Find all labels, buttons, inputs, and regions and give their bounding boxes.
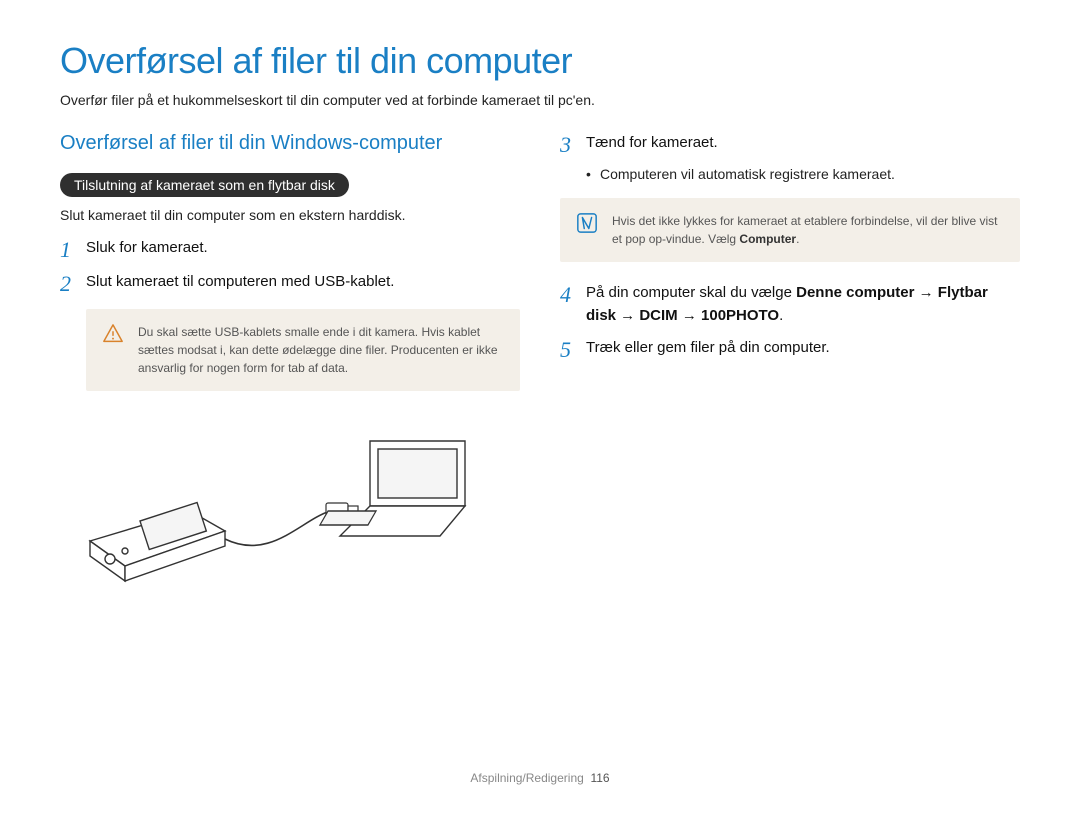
warning-icon — [102, 323, 124, 345]
camera-laptop-illustration — [70, 421, 470, 601]
note-icon — [576, 212, 598, 234]
left-column: Overførsel af filer til din Windows-comp… — [60, 132, 520, 606]
page-footer: Afspilning/Redigering 116 — [0, 771, 1080, 785]
step-number: 3 — [560, 132, 586, 156]
step-3: 3 Tænd for kameraet. — [560, 132, 1020, 156]
step-text: På din computer skal du vælge Denne comp… — [586, 282, 1020, 327]
section-heading: Overførsel af filer til din Windows-comp… — [60, 132, 520, 155]
warning-callout: Du skal sætte USB-kablets smalle ende i … — [86, 309, 520, 391]
step-3-bullet: Computeren vil automatisk registrere kam… — [586, 166, 1020, 182]
step-text: Sluk for kameraet. — [86, 237, 208, 260]
subsection-pill: Tilslutning af kameraet som en flytbar d… — [60, 173, 349, 197]
footer-section: Afspilning/Redigering — [470, 771, 583, 785]
step-number: 2 — [60, 271, 86, 295]
right-column: 3 Tænd for kameraet. Computeren vil auto… — [560, 132, 1020, 606]
step-text: Slut kameraet til computeren med USB-kab… — [86, 271, 394, 294]
step-5: 5 Træk eller gem filer på din computer. — [560, 337, 1020, 361]
note-pre: Hvis det ikke lykkes for kameraet at eta… — [612, 214, 998, 246]
step-4-pre: På din computer skal du vælge — [586, 284, 796, 301]
step-2: 2 Slut kameraet til computeren med USB-k… — [60, 271, 520, 295]
page-title: Overførsel af filer til din computer — [60, 40, 1020, 82]
note-bold: Computer — [739, 232, 796, 246]
step-text: Træk eller gem filer på din computer. — [586, 337, 830, 360]
step-number: 4 — [560, 282, 586, 306]
step-text: Tænd for kameraet. — [586, 132, 718, 155]
footer-page: 116 — [590, 771, 609, 785]
warning-text: Du skal sætte USB-kablets smalle ende i … — [138, 323, 504, 377]
intro-text: Overfør filer på et hukommelseskort til … — [60, 92, 1020, 108]
content-columns: Overførsel af filer til din Windows-comp… — [60, 132, 1020, 606]
note-text: Hvis det ikke lykkes for kameraet at eta… — [612, 212, 1004, 248]
note-callout: Hvis det ikke lykkes for kameraet at eta… — [560, 198, 1020, 262]
step-1: 1 Sluk for kameraet. — [60, 237, 520, 261]
step-number: 5 — [560, 337, 586, 361]
step-number: 1 — [60, 237, 86, 261]
subsection-desc: Slut kameraet til din computer som en ek… — [60, 207, 520, 223]
step-4: 4 På din computer skal du vælge Denne co… — [560, 282, 1020, 327]
